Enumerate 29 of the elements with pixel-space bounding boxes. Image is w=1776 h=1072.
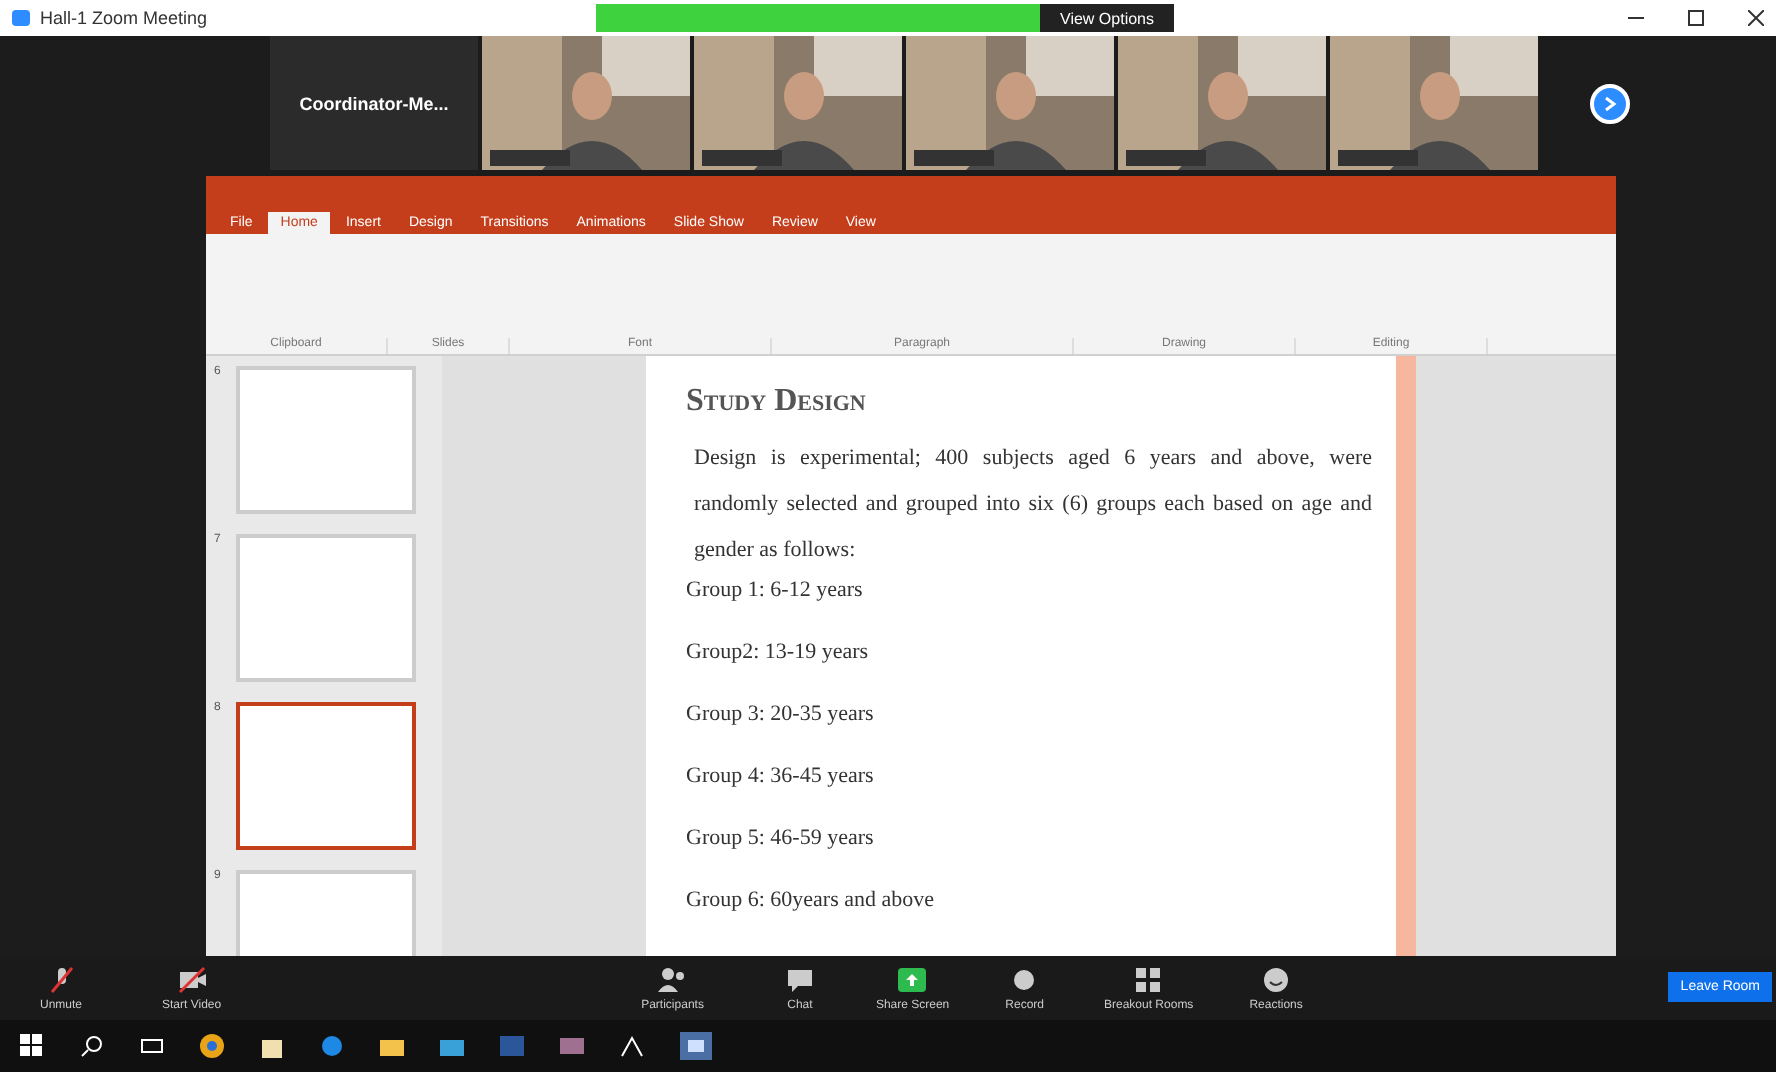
group-line: Group 1: 6-12 years [686, 576, 865, 606]
window-title: Hall-1 Zoom Meeting [40, 8, 208, 28]
participant-name: Coordinator-Me... [299, 93, 449, 113]
zoom-logo-icon [12, 10, 30, 26]
zoom-app-icon[interactable] [680, 1032, 712, 1060]
group-line: Group 5: 46-59 years [686, 824, 876, 854]
group-line: Group 6: 60years and above [686, 886, 937, 916]
maximize-icon[interactable] [1688, 10, 1704, 26]
mic-icon [45, 964, 77, 996]
slide-thumbnail[interactable] [236, 702, 416, 850]
reactions-icon [1260, 964, 1293, 996]
people-icon [656, 964, 689, 996]
close-icon[interactable] [1748, 10, 1764, 26]
share-icon [896, 964, 929, 996]
search-icon[interactable] [80, 1034, 104, 1058]
chevron-right-icon [1602, 95, 1618, 111]
view-options-button[interactable]: View Options [1040, 4, 1174, 32]
group-line: Group2: 13-19 years [686, 638, 871, 668]
slide-title: Study Design [686, 384, 868, 420]
next-page-button[interactable] [1590, 83, 1630, 123]
rooms-icon [1132, 964, 1165, 996]
video-icon [175, 964, 208, 996]
chat-icon [783, 964, 816, 996]
slide-paragraph: Design is experimental; 400 subjects aged 6 years and above, were randomly selected and grouped into six (6) groups each based on age and gender as follows: [694, 444, 1372, 566]
browser-icon[interactable] [200, 1034, 224, 1058]
windows-start-icon[interactable] [20, 1034, 44, 1058]
group-line: Group 3: 20-35 years [686, 700, 876, 730]
group-line: Group 4: 36-45 years [686, 762, 876, 792]
task-view-icon[interactable] [140, 1034, 164, 1058]
